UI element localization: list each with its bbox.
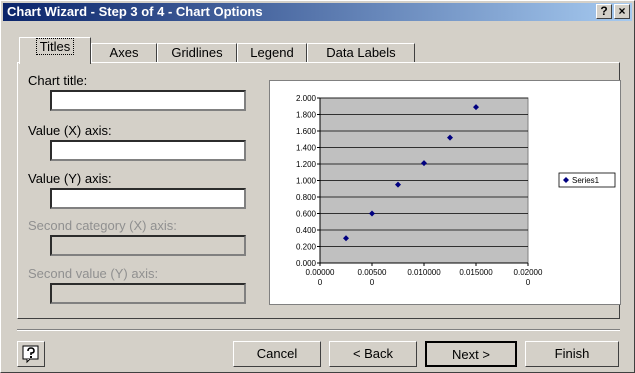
value-x-axis-label: Value (X) axis: xyxy=(28,123,112,138)
x-tick-label: 0.02000 xyxy=(514,268,543,277)
help-assistant-icon xyxy=(22,345,39,364)
scatter-chart: 0.000 0.200 0.400 0.600 0.800 1.000 1.200 1.400… xyxy=(296,94,616,287)
value-y-axis-input[interactable] xyxy=(52,190,244,207)
chart-wizard-dialog: Chart Wizard - Step 3 of 4 - Chart Optio… xyxy=(0,0,635,373)
x-tick-label-wrap: 0 xyxy=(526,278,531,287)
x-tick-label: 0.010000 xyxy=(407,268,441,277)
close-button[interactable]: × xyxy=(614,4,630,19)
tab-gridlines[interactable]: Gridlines xyxy=(157,43,237,63)
legend-label: Series1 xyxy=(572,176,600,185)
value-y-axis-label: Value (Y) axis: xyxy=(28,171,112,186)
x-tick-label-wrap: 0 xyxy=(370,278,375,287)
y-tick-label: 1.000 xyxy=(296,177,317,186)
chart-title-field[interactable] xyxy=(50,90,246,111)
window-title: Chart Wizard - Step 3 of 4 - Chart Optio… xyxy=(7,4,263,19)
chart-title-input[interactable] xyxy=(52,92,244,109)
finish-button[interactable]: Finish xyxy=(525,341,619,367)
y-tick-label: 1.400 xyxy=(296,144,317,153)
y-tick-label: 1.200 xyxy=(296,160,317,169)
second-category-x-axis-input xyxy=(52,237,244,254)
tab-axes[interactable]: Axes xyxy=(91,43,157,63)
y-tick-label: 1.600 xyxy=(296,127,317,136)
y-tick-label: 0.800 xyxy=(296,193,317,202)
title-bar: Chart Wizard - Step 3 of 4 - Chart Optio… xyxy=(3,3,632,21)
second-value-y-axis-label: Second value (Y) axis: xyxy=(28,266,159,281)
second-value-y-axis-input xyxy=(52,285,244,302)
second-value-y-axis-field xyxy=(50,283,246,304)
value-x-axis-field[interactable] xyxy=(50,140,246,161)
y-tick-label: 1.800 xyxy=(296,111,317,120)
help-button[interactable]: ? xyxy=(596,4,612,19)
x-tick-label: 0.015000 xyxy=(459,268,493,277)
value-y-axis-field[interactable] xyxy=(50,188,246,209)
next-button[interactable]: Next > xyxy=(425,341,517,367)
y-tick-label: 0.400 xyxy=(296,226,317,235)
x-tick-label-wrap: 0 xyxy=(318,278,323,287)
chart-preview: 0.000 0.200 0.400 0.600 0.800 1.000 1.200 1.400… xyxy=(269,80,621,305)
separator xyxy=(17,329,620,331)
second-category-x-axis-field xyxy=(50,235,246,256)
cancel-button[interactable]: Cancel xyxy=(233,341,321,367)
y-tick-label: 0.200 xyxy=(296,243,317,252)
x-tick-label: 0.00000 xyxy=(306,268,335,277)
y-tick-label: 0.600 xyxy=(296,210,317,219)
x-tick-label: 0.00500 xyxy=(358,268,387,277)
y-tick-label: 2.000 xyxy=(296,94,317,103)
tab-titles[interactable]: Titles xyxy=(19,37,91,64)
y-tick-label: 0.000 xyxy=(296,259,317,268)
back-button[interactable]: < Back xyxy=(329,341,417,367)
value-x-axis-input[interactable] xyxy=(52,142,244,159)
second-category-x-axis-label: Second category (X) axis: xyxy=(28,218,177,233)
tab-legend[interactable]: Legend xyxy=(237,43,307,63)
office-assistant-button[interactable] xyxy=(17,341,45,367)
tab-data-labels[interactable]: Data Labels xyxy=(307,43,415,63)
chart-title-label: Chart title: xyxy=(28,73,88,88)
